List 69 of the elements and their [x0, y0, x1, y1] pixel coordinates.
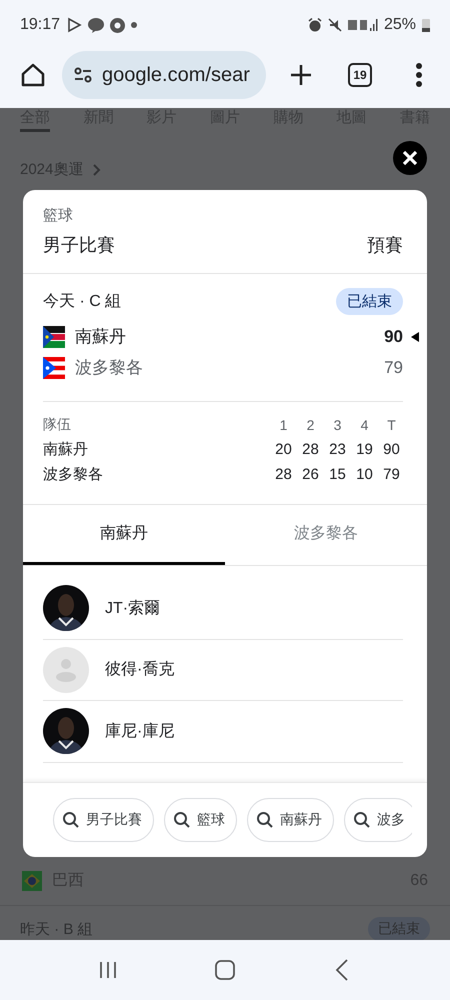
battery-level: 25% [384, 16, 416, 34]
search-chip[interactable]: 波多 [344, 798, 412, 842]
table-cell-text: 19 [355, 441, 374, 458]
table-cell-text: 15 [328, 466, 347, 483]
table-cell-text: 20 [274, 441, 293, 458]
home-icon [214, 959, 236, 981]
column-header: 1 [278, 417, 288, 433]
alarm-icon [308, 18, 322, 32]
player-name: 彼得·喬克 [105, 660, 174, 680]
flag-icon [43, 326, 65, 348]
column-header: 隊伍 [43, 416, 72, 434]
chat-icon [88, 18, 104, 32]
team-name: 波多黎各 [75, 357, 144, 379]
search-icon [173, 811, 191, 829]
back-icon [334, 959, 349, 981]
close-icon [402, 150, 418, 166]
column-header: 3 [332, 417, 342, 433]
team-score: 79 [384, 358, 403, 378]
column-header: 4 [360, 417, 370, 433]
status-time: 19:17 [20, 16, 60, 34]
team-tab[interactable]: 波多黎各 [225, 505, 427, 565]
table-cell-text: 79 [382, 466, 401, 483]
game-label: 今天 · C 組 [43, 292, 122, 312]
table-cell-text: 28 [274, 466, 293, 483]
search-icon [256, 811, 274, 829]
site-settings-icon [74, 67, 92, 83]
sport-label: 籃球 [43, 206, 74, 225]
table-cell-text: 10 [355, 466, 374, 483]
table-cell-text: 90 [382, 441, 401, 458]
team-score: 90 [384, 326, 403, 346]
player-name: JT·索爾 [105, 598, 160, 619]
table-cell-text: 28 [301, 441, 320, 458]
search-icon [353, 811, 371, 829]
player-row[interactable]: JT·索爾 [43, 578, 403, 640]
battery-icon [422, 18, 430, 32]
address-bar[interactable]: google.com/sear [62, 51, 266, 99]
browser-icon [110, 18, 126, 32]
menu-icon [415, 63, 423, 87]
table-cell-text: 南蘇丹 [43, 440, 89, 459]
search-chip[interactable]: 南蘇丹 [247, 798, 334, 842]
table-cell-text: 波多黎各 [43, 465, 104, 484]
search-chip[interactable]: 男子比賽 [53, 798, 154, 842]
flag-icon [43, 356, 65, 378]
column-header: 2 [306, 417, 316, 433]
flag-icon [22, 870, 42, 890]
person-icon [43, 646, 89, 693]
search-icon [62, 811, 80, 829]
url-text: google.com/sear [102, 64, 250, 86]
plus-icon [289, 63, 313, 87]
recent-apps-icon [98, 961, 118, 979]
search-chip[interactable]: 籃球 [164, 798, 237, 842]
player-row[interactable]: 庫尼·庫尼 [43, 701, 403, 762]
home-icon [20, 62, 46, 88]
player-row[interactable]: 彼得·喬克 [43, 640, 403, 701]
status-badge: 已結束 [336, 288, 403, 315]
team-tab[interactable]: 南蘇丹 [23, 505, 225, 565]
mute-icon [328, 18, 342, 32]
round-label: 預賽 [367, 234, 403, 257]
team-name: 南蘇丹 [75, 326, 127, 348]
dot-icon [131, 22, 138, 28]
table-cell-text: 26 [301, 466, 320, 483]
play-icon [66, 17, 82, 33]
chevron-icon [93, 164, 102, 176]
signal-icon [348, 18, 378, 32]
table-cell-text: 23 [328, 441, 347, 458]
column-header: T [386, 417, 397, 433]
event-title: 男子比賽 [43, 234, 115, 257]
tab-switcher-button[interactable]: 19 [348, 63, 372, 87]
player-name: 庫尼·庫尼 [105, 722, 174, 742]
